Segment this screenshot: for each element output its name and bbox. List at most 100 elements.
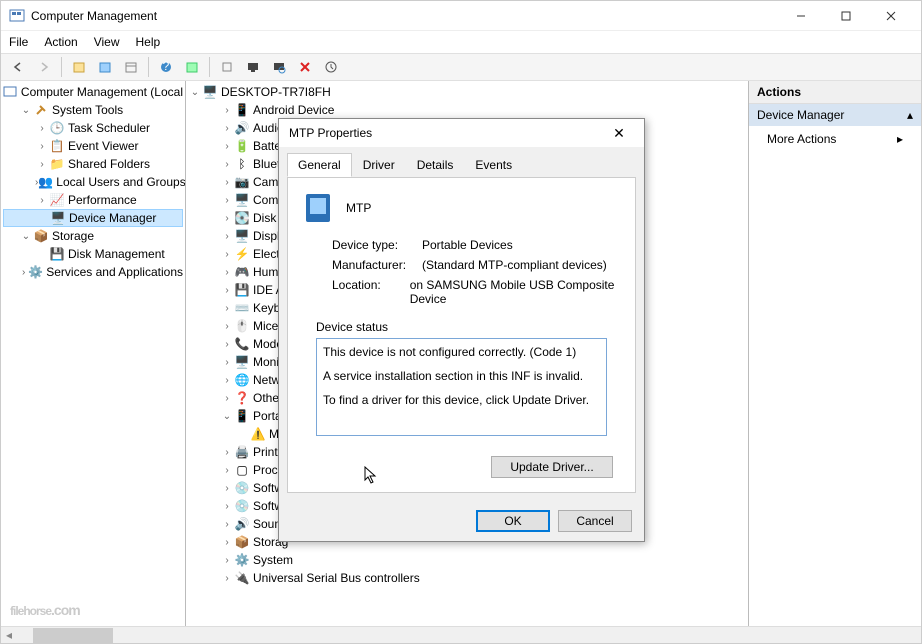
expand-icon[interactable]: › <box>19 267 28 278</box>
ok-button[interactable]: OK <box>476 510 550 532</box>
tab-details[interactable]: Details <box>406 153 465 177</box>
expand-icon[interactable]: › <box>220 555 234 566</box>
mmc-icon <box>3 84 18 100</box>
tree-storage[interactable]: ⌄📦Storage <box>3 227 183 245</box>
maximize-button[interactable] <box>823 1 868 31</box>
menu-help[interactable]: Help <box>136 35 161 49</box>
tab-driver[interactable]: Driver <box>352 153 406 177</box>
collapse-icon[interactable]: ⌄ <box>188 87 202 98</box>
expand-icon[interactable]: › <box>220 339 234 350</box>
tb-icon-4[interactable] <box>181 56 203 78</box>
device-category[interactable]: ›🔌Universal Serial Bus controllers <box>188 569 746 587</box>
expand-icon[interactable]: › <box>220 501 234 512</box>
tab-general[interactable]: General <box>287 153 352 177</box>
services-icon: ⚙️ <box>28 264 43 280</box>
category-icon: 💽 <box>234 210 250 226</box>
expand-icon[interactable]: › <box>220 537 234 548</box>
tree-disk-mgmt[interactable]: 💾Disk Management <box>3 245 183 263</box>
tb-icon-5[interactable] <box>216 56 238 78</box>
tb-icon-3[interactable] <box>120 56 142 78</box>
device-tree-root[interactable]: ⌄ 🖥️ DESKTOP-TR7I8FH <box>188 83 746 101</box>
forward-button[interactable] <box>33 56 55 78</box>
expand-icon[interactable]: › <box>220 213 234 224</box>
actions-more[interactable]: More Actions ▸ <box>749 126 921 152</box>
expand-icon[interactable]: › <box>220 285 234 296</box>
tree-task-scheduler[interactable]: ›🕒Task Scheduler <box>3 119 183 137</box>
expand-icon[interactable]: › <box>220 357 234 368</box>
device-category[interactable]: ›📱Android Device <box>188 101 746 119</box>
computer-icon[interactable] <box>242 56 264 78</box>
expand-icon[interactable]: › <box>220 105 234 116</box>
collapse-icon[interactable]: ⌄ <box>19 231 33 242</box>
cancel-button[interactable]: Cancel <box>558 510 632 532</box>
tree-label: System Tools <box>52 103 123 117</box>
expand-icon[interactable]: › <box>35 141 49 152</box>
category-icon: 🖥️ <box>234 354 250 370</box>
expand-icon[interactable]: › <box>35 123 49 134</box>
expand-icon[interactable]: ⌄ <box>220 411 234 422</box>
delete-icon[interactable] <box>294 56 316 78</box>
expand-icon[interactable]: › <box>220 483 234 494</box>
clock-icon: 🕒 <box>49 120 65 136</box>
help-icon[interactable]: ? <box>155 56 177 78</box>
tree-services[interactable]: ›⚙️Services and Applications <box>3 263 183 281</box>
tree-local-users[interactable]: ›👥Local Users and Groups <box>3 173 183 191</box>
tree-label: Event Viewer <box>68 139 138 153</box>
tab-events[interactable]: Events <box>464 153 523 177</box>
expand-icon[interactable]: › <box>220 303 234 314</box>
tree-performance[interactable]: ›📈Performance <box>3 191 183 209</box>
expand-icon[interactable]: › <box>220 231 234 242</box>
dialog-title: MTP Properties <box>289 126 604 140</box>
computer-icon: 🖥️ <box>202 84 218 100</box>
category-icon: 🌐 <box>234 372 250 388</box>
menubar: File Action View Help <box>1 31 921 53</box>
expand-icon[interactable]: › <box>220 465 234 476</box>
expand-icon[interactable]: › <box>35 195 49 206</box>
tb-icon-1[interactable] <box>68 56 90 78</box>
device-status-box[interactable]: This device is not configured correctly.… <box>316 338 607 436</box>
device-type-value: Portable Devices <box>422 238 513 252</box>
expand-icon[interactable]: › <box>220 375 234 386</box>
dialog-close-button[interactable]: ✕ <box>604 125 634 142</box>
scan-icon[interactable] <box>268 56 290 78</box>
tree-device-manager[interactable]: 🖥️Device Manager <box>3 209 183 227</box>
expand-icon[interactable]: › <box>220 123 234 134</box>
expand-icon[interactable]: › <box>220 177 234 188</box>
actions-group-device-manager[interactable]: Device Manager ▴ <box>749 104 921 126</box>
disk-icon: 💾 <box>49 246 65 262</box>
tree-shared-folders[interactable]: ›📁Shared Folders <box>3 155 183 173</box>
minimize-button[interactable] <box>778 1 823 31</box>
expand-icon[interactable]: › <box>35 159 49 170</box>
expand-icon[interactable]: › <box>220 159 234 170</box>
tb-icon-6[interactable] <box>320 56 342 78</box>
category-icon: ❓ <box>234 390 250 406</box>
tree-label: Universal Serial Bus controllers <box>253 571 420 585</box>
expand-icon[interactable]: › <box>220 195 234 206</box>
menu-action[interactable]: Action <box>44 35 77 49</box>
scrollbar-thumb[interactable] <box>33 628 113 643</box>
tree-system-tools[interactable]: ⌄ System Tools <box>3 101 183 119</box>
back-button[interactable] <box>7 56 29 78</box>
expand-icon[interactable]: › <box>220 267 234 278</box>
perf-icon: 📈 <box>49 192 65 208</box>
update-driver-button[interactable]: Update Driver... <box>491 456 613 478</box>
tb-icon-2[interactable] <box>94 56 116 78</box>
horizontal-scrollbar[interactable]: ◂ <box>1 626 921 643</box>
expand-icon[interactable]: › <box>220 249 234 260</box>
menu-view[interactable]: View <box>94 35 120 49</box>
tree-event-viewer[interactable]: ›📋Event Viewer <box>3 137 183 155</box>
toolbar: ? <box>1 53 921 81</box>
close-button[interactable] <box>868 1 913 31</box>
category-icon: 📞 <box>234 336 250 352</box>
expand-icon[interactable]: › <box>220 447 234 458</box>
expand-icon[interactable]: › <box>220 321 234 332</box>
collapse-icon[interactable]: ⌄ <box>19 105 33 116</box>
tree-root[interactable]: Computer Management (Local <box>3 83 183 101</box>
menu-file[interactable]: File <box>9 35 28 49</box>
expand-icon[interactable]: › <box>220 393 234 404</box>
device-category[interactable]: ›⚙️System <box>188 551 746 569</box>
expand-icon[interactable]: › <box>220 519 234 530</box>
expand-icon[interactable]: › <box>220 141 234 152</box>
expand-icon[interactable]: › <box>220 573 234 584</box>
watermark: filehorse.com <box>10 590 80 622</box>
